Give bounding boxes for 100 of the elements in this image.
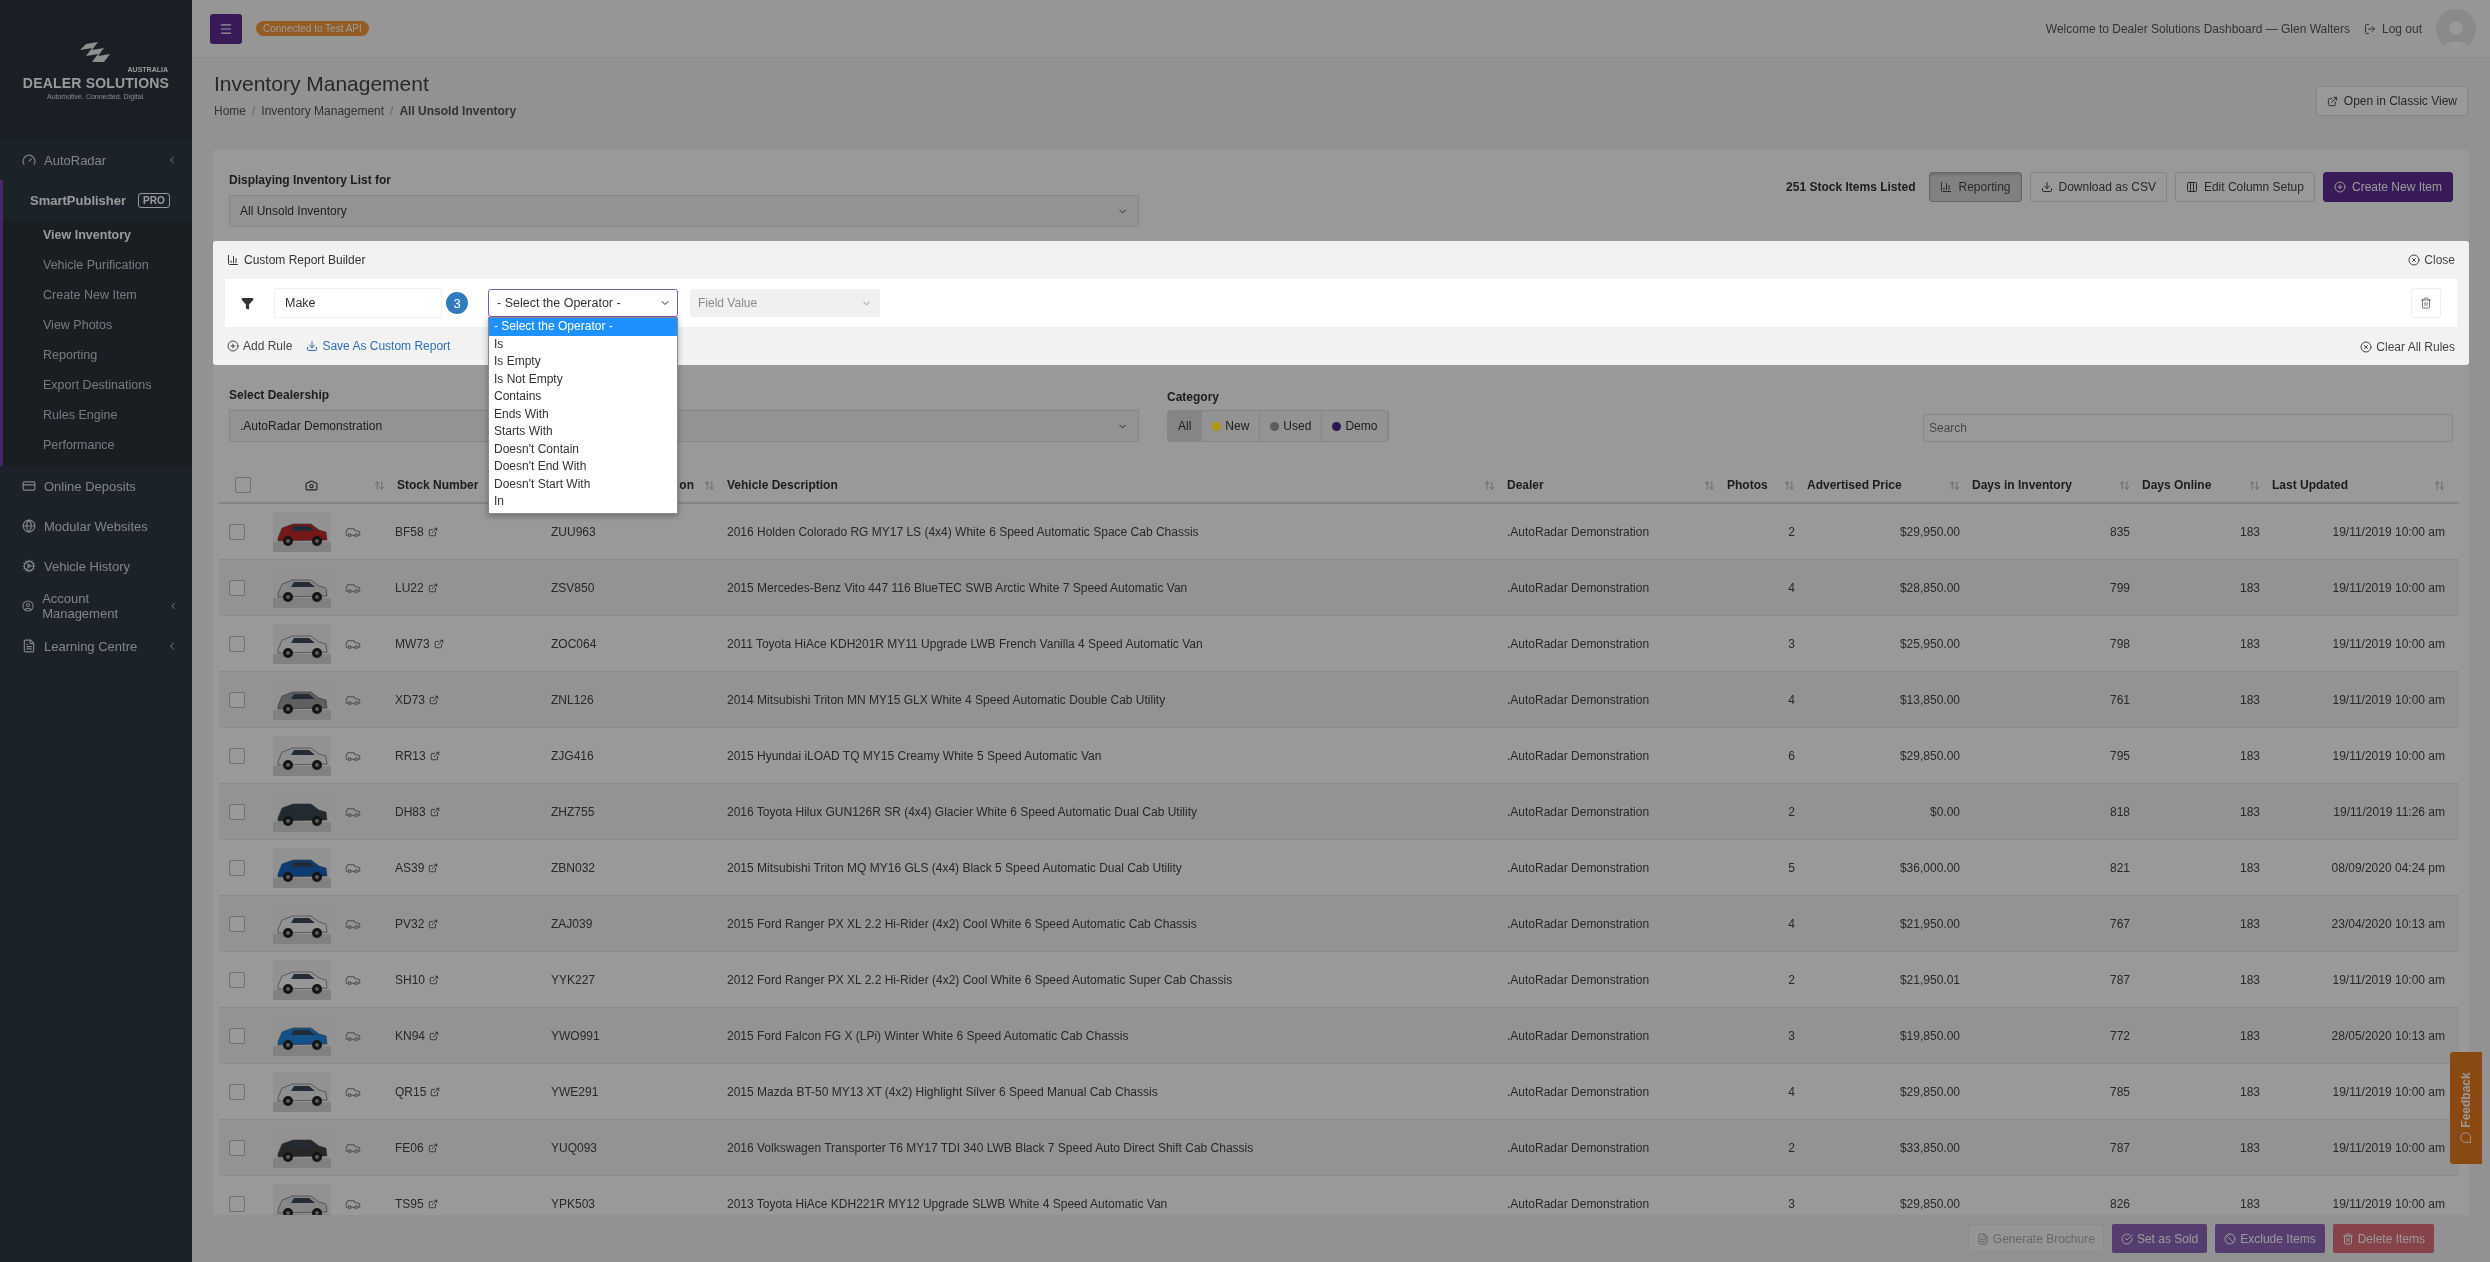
stock-number-link[interactable]: FE06 — [391, 1140, 541, 1155]
sidebar-subitem[interactable]: Rules Engine — [3, 400, 192, 430]
sidebar-item[interactable]: Account Management — [0, 586, 192, 626]
sidebar-item[interactable]: Vehicle History — [0, 546, 192, 586]
breadcrumb-link[interactable]: Home — [214, 104, 246, 118]
dropdown-option[interactable]: Doesn't End With — [489, 458, 677, 476]
sort-icon — [1484, 479, 1495, 491]
clear-rules-button[interactable]: Clear All Rules — [2360, 340, 2455, 354]
dropdown-option[interactable]: Is Empty — [489, 353, 677, 371]
dropdown-option[interactable]: - Select the Operator - — [489, 318, 677, 336]
stock-number-link[interactable]: RR13 — [391, 748, 541, 763]
column-header[interactable]: Stock Number — [397, 478, 479, 492]
select-all-checkbox[interactable] — [235, 477, 251, 493]
sidebar-subitem[interactable]: View Photos — [3, 310, 192, 340]
row-checkbox[interactable] — [229, 635, 245, 652]
menu-button[interactable] — [210, 13, 242, 44]
search-field[interactable]: Search — [1923, 414, 2453, 442]
table-cell-text: .AutoRadar Demonstration — [1506, 636, 1651, 651]
row-checkbox[interactable] — [229, 523, 245, 540]
stock-number-link[interactable]: AS39 — [391, 860, 541, 875]
table-cell-text: .AutoRadar Demonstration — [1506, 580, 1651, 595]
save-report-link[interactable]: Save As Custom Report — [306, 339, 451, 353]
classic-view-button[interactable]: Open in Classic View — [2315, 86, 2468, 116]
action-button[interactable]: Set as Sold — [2111, 1224, 2208, 1253]
row-checkbox[interactable] — [229, 691, 245, 708]
sort-icon — [1784, 479, 1795, 491]
sidebar-item[interactable]: Online Deposits — [0, 466, 192, 506]
category-tab[interactable]: New — [1202, 411, 1261, 441]
table-cell-text: 183 — [2238, 1028, 2261, 1043]
field-value-select[interactable]: Field Value — [690, 289, 880, 317]
category-tab[interactable]: All — [1168, 411, 1203, 441]
table-cell-text: 4 — [1787, 580, 1796, 595]
table-cell-text: YWO991 — [550, 1028, 601, 1043]
row-checkbox[interactable] — [229, 859, 245, 876]
toolbar-button[interactable]: Download as CSV — [2029, 172, 2167, 202]
stock-number-link[interactable]: LU22 — [391, 580, 541, 595]
stock-number-link[interactable]: TS95 — [391, 1196, 541, 1211]
dropdown-option[interactable]: Contains — [489, 388, 677, 406]
close-button[interactable]: Close — [2408, 253, 2455, 267]
sidebar-subitem[interactable]: View Inventory — [3, 220, 192, 250]
column-header[interactable]: Dealer — [1507, 478, 1544, 492]
delete-rule-button[interactable] — [2411, 288, 2441, 318]
stock-number-link[interactable]: MW73 — [391, 636, 541, 651]
step-badge: 3 — [444, 290, 470, 316]
column-header[interactable]: Last Updated — [2272, 478, 2348, 492]
table-cell-text: ZJG416 — [550, 748, 595, 763]
logout-link[interactable]: Log out — [2363, 21, 2422, 36]
sidebar-item[interactable]: Modular Websites — [0, 506, 192, 546]
table-cell-text: .AutoRadar Demonstration — [1506, 860, 1651, 875]
inventory-list-select[interactable]: All Unsold Inventory — [229, 195, 1139, 227]
sidebar-subitem[interactable]: Performance — [3, 430, 192, 460]
sidebar-subitem[interactable]: Vehicle Purification — [3, 250, 192, 280]
dropdown-option[interactable]: In — [489, 493, 677, 511]
row-checkbox[interactable] — [229, 1027, 245, 1044]
table-cell-text: 183 — [2238, 692, 2261, 707]
row-checkbox[interactable] — [229, 1139, 245, 1156]
stock-number-link[interactable]: BF58 — [391, 524, 541, 539]
row-checkbox[interactable] — [229, 915, 245, 932]
category-tab[interactable]: Used — [1260, 411, 1323, 441]
sidebar-subitem[interactable]: Reporting — [3, 340, 192, 370]
row-checkbox[interactable] — [229, 803, 245, 820]
rule-field-select[interactable]: Make — [274, 288, 442, 318]
add-rule-button[interactable]: Add Rule — [227, 339, 293, 353]
external-link-icon — [427, 1142, 438, 1153]
sidebar-item[interactable]: Learning Centre — [0, 626, 192, 666]
stock-number-link[interactable]: KN94 — [391, 1028, 541, 1043]
row-checkbox[interactable] — [229, 971, 245, 988]
column-header[interactable]: Days in Inventory — [1972, 478, 2073, 492]
table-cell-text: 4 — [1787, 692, 1796, 707]
column-header[interactable]: on — [679, 478, 694, 492]
row-checkbox[interactable] — [229, 579, 245, 596]
toolbar-button[interactable]: Edit Column Setup — [2174, 172, 2315, 202]
breadcrumb-link[interactable]: All Unsold Inventory — [399, 104, 517, 118]
breadcrumb-link[interactable]: Inventory Management — [261, 104, 385, 118]
toolbar-button[interactable]: Reporting — [1929, 172, 2022, 202]
column-header[interactable]: Days Online — [2142, 478, 2212, 492]
table-cell-text: 19/11/2019 10:00 am — [2331, 1084, 2446, 1099]
row-checkbox[interactable] — [229, 747, 245, 764]
sidebar-subitem[interactable]: Create New Item — [3, 280, 192, 310]
stock-number-link[interactable]: DH83 — [391, 804, 541, 819]
stock-number-link[interactable]: SH10 — [391, 972, 541, 987]
sidebar-subitem[interactable]: Export Destinations — [3, 370, 192, 400]
table-cell-text: 183 — [2238, 916, 2261, 931]
row-checkbox[interactable] — [229, 1195, 245, 1212]
stock-number-link[interactable]: XD73 — [391, 692, 541, 707]
row-checkbox[interactable] — [229, 1083, 245, 1100]
action-button[interactable]: Exclude Items — [2215, 1224, 2325, 1253]
dropdown-option[interactable]: Starts With — [489, 423, 677, 441]
stock-number-link[interactable]: QR15 — [391, 1084, 541, 1099]
category-tab[interactable]: Demo — [1322, 411, 1389, 441]
toolbar-button[interactable]: Create New Item — [2322, 172, 2453, 202]
column-header[interactable]: Photos — [1727, 478, 1768, 492]
table-cell-text: .AutoRadar Demonstration — [1506, 916, 1651, 931]
table-cell-text: 3 — [1787, 636, 1796, 651]
stock-number-link[interactable]: PV32 — [391, 916, 541, 931]
table-cell-text: 2 — [1787, 1140, 1796, 1155]
sidebar-item[interactable]: AutoRadar — [0, 140, 192, 180]
column-header[interactable]: Advertised Price — [1807, 478, 1902, 492]
column-header[interactable]: Vehicle Description — [727, 478, 838, 492]
table-cell-text: 183 — [2238, 748, 2261, 763]
